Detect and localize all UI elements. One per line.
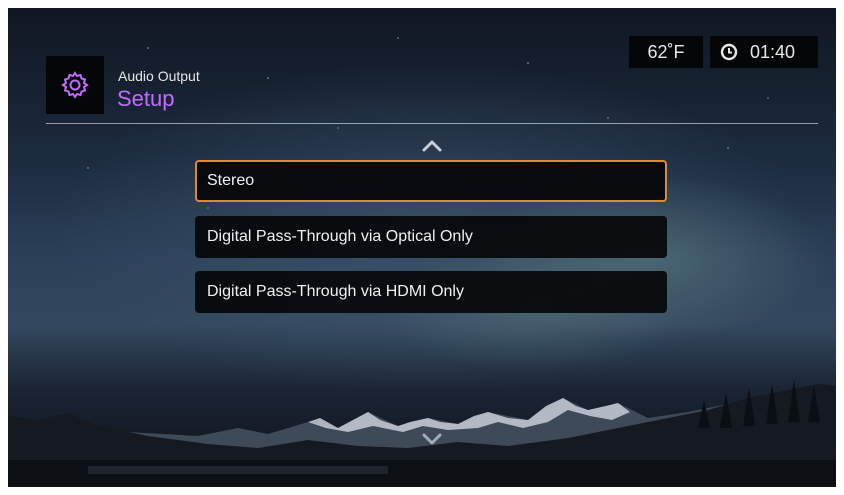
option-optical-passthrough[interactable]: Digital Pass-Through via Optical Only bbox=[195, 216, 667, 258]
page-title: Setup bbox=[117, 86, 175, 111]
option-label: Digital Pass-Through via Optical Only bbox=[207, 228, 473, 245]
page-subtitle: Audio Output bbox=[118, 68, 200, 84]
option-label: Stereo bbox=[207, 172, 255, 189]
chevron-down-icon[interactable] bbox=[421, 432, 443, 446]
gear-icon bbox=[61, 71, 89, 99]
time-text: 01:40 bbox=[750, 42, 796, 62]
chevron-up-icon[interactable] bbox=[421, 139, 443, 153]
clock-icon bbox=[720, 43, 738, 61]
temperature-readout: 62˚F bbox=[629, 36, 703, 68]
temperature-text: 62˚F bbox=[647, 42, 685, 62]
clock-readout: 01:40 bbox=[710, 36, 818, 68]
header-divider bbox=[46, 123, 818, 124]
option-stereo[interactable]: Stereo bbox=[195, 160, 667, 202]
media-player-screen: Audio Output Setup 62˚F 01:40 Stereo Dig… bbox=[8, 8, 836, 487]
option-hdmi-passthrough[interactable]: Digital Pass-Through via HDMI Only bbox=[195, 271, 667, 313]
option-label: Digital Pass-Through via HDMI Only bbox=[207, 283, 464, 300]
setup-logo bbox=[46, 56, 104, 114]
